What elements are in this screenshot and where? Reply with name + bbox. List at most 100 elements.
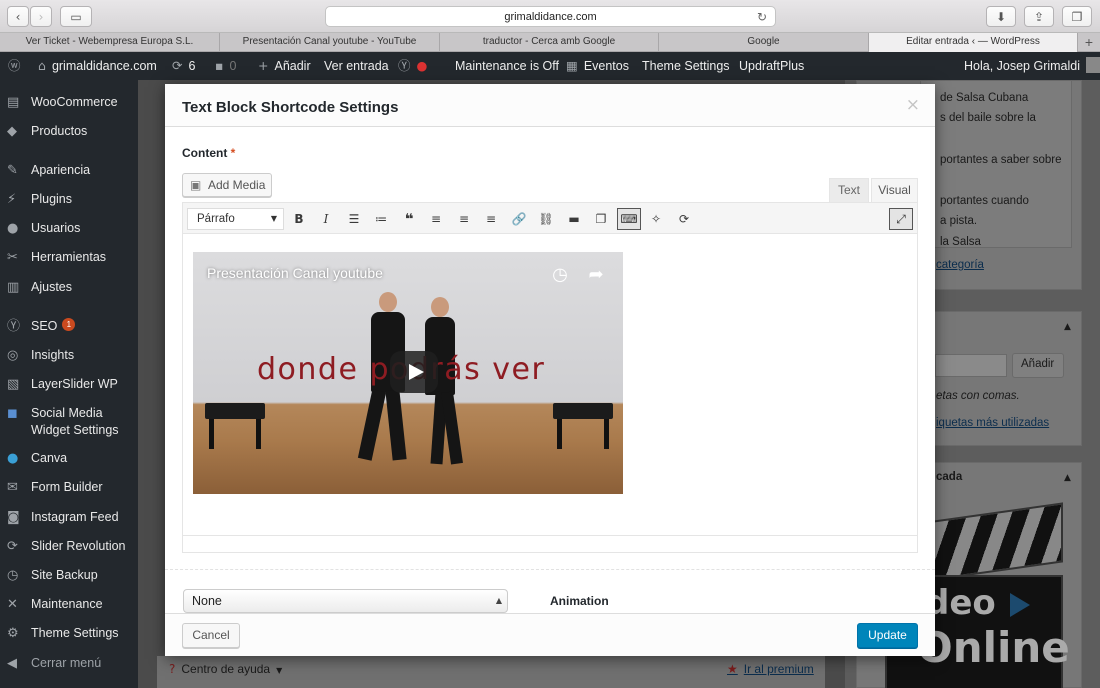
browser-tab[interactable]: Ver Ticket - Webempresa Europa S.L. [0,33,220,52]
add-media-button[interactable]: ▣ Add Media [182,173,272,197]
sidebar-item-layerslider[interactable]: ▧ LayerSlider WP [0,376,138,402]
notification-badge: 1 [62,318,76,331]
yoast-icon[interactable]: Ⓨ ● [398,52,427,80]
updraftplus-link[interactable]: UpdraftPlus [739,52,804,80]
new-content-link[interactable]: + Añadir [258,52,311,80]
account-link[interactable]: Hola, Josep Grimaldi [964,52,1100,80]
play-icon[interactable] [390,351,438,393]
toolbar-toggle-button[interactable]: ⌨ [617,208,641,230]
sidebar-item-label: Usuarios [31,221,81,235]
numbered-list-button[interactable]: ≔ [369,208,393,230]
browser-tabs: Ver Ticket - Webempresa Europa S.L. Pres… [0,33,1100,52]
keyboard-icon: ⌨ [620,212,638,226]
align-center-icon: ≡ [458,212,470,226]
style-select[interactable]: None▲▼ [183,589,508,627]
browser-tab-active[interactable]: Editar entrada ‹ — WordPress [869,33,1078,52]
theme-settings-link[interactable]: Theme Settings [642,52,730,80]
add-category-link[interactable]: categoría [936,259,984,271]
insert-link-button[interactable]: 🔗 [507,208,531,230]
view-post-link[interactable]: Ver entrada [324,52,389,80]
piano-bench [553,403,613,419]
document-icon: ❐ [595,212,607,226]
avatar [1086,57,1100,73]
sidebar-item-instagram-feed[interactable]: ◙ Instagram Feed [0,509,138,535]
new-tab-button[interactable]: + [1078,33,1100,51]
sidebar-toggle-button[interactable]: ▭ [60,6,92,27]
tag-input[interactable] [935,354,1007,377]
align-center-button[interactable]: ≡ [452,208,476,230]
refresh-button[interactable]: ⟳ [672,208,696,230]
sidebar-item-label: Cerrar menú [31,656,102,670]
watch-later-icon[interactable]: ◷ [549,264,571,286]
sidebar-item-productos[interactable]: ◆ Productos [0,123,138,149]
fullscreen-button[interactable]: ⤢ [889,208,913,230]
sidebar-item-seo[interactable]: Ⓨ SEO 1 [0,318,138,344]
site-name-link[interactable]: ⌂ grimaldidance.com [38,52,157,80]
sidebar-item-maintenance[interactable]: ✕ Maintenance [0,596,138,622]
close-icon[interactable]: × [906,95,920,115]
browser-tab[interactable]: Presentación Canal youtube - YouTube [220,33,440,52]
editor-toolbar: Párrafo ▼ B I ☰ ≔ ❝ ≡ ≡ ≡ 🔗 ⛓ ▬ ❐ ⌨ ✧ ⟳ ⤢ [183,203,917,234]
align-right-button[interactable]: ≡ [479,208,503,230]
sidebar-item-canva[interactable]: ● Canva [0,450,138,476]
read-more-button[interactable]: ▬ [562,208,586,230]
events-link[interactable]: ▦ Eventos [566,52,629,80]
maintenance-status-link[interactable]: Maintenance is Off [455,52,559,80]
format-select[interactable]: Párrafo ▼ [187,208,284,230]
sidebar-collapse-menu[interactable]: ◀ Cerrar menú [0,655,138,681]
sidebar-item-insights[interactable]: ◎ Insights [0,347,138,373]
sidebar-item-ajustes[interactable]: ▥ Ajustes [0,279,138,305]
collapse-arrow-icon[interactable]: ▲ [1064,473,1071,483]
share-button[interactable]: ⇪ [1024,6,1054,27]
back-button[interactable]: ‹ [7,6,29,27]
reload-icon[interactable]: ↻ [757,7,767,27]
sidebar-item-label: Theme Settings [31,626,119,640]
sidebar-item-slider-revolution[interactable]: ⟳ Slider Revolution [0,538,138,564]
sidebar-item-site-backup[interactable]: ◷ Site Backup [0,567,138,593]
tab-text[interactable]: Text [829,178,869,202]
blockquote-button[interactable]: ❝ [397,208,421,230]
category-item: portantes a saber sobre [940,154,1062,166]
update-button[interactable]: Update [857,623,918,648]
magic-wand-button[interactable]: ✧ [644,208,668,230]
help-center-link[interactable]: ? Centro de ayuda ▼ [169,662,282,676]
downloads-button[interactable]: ⬇ [986,6,1016,27]
embedded-video[interactable]: donde podrás ver Presentación Canal yout… [193,252,623,494]
italic-button[interactable]: I [314,208,338,230]
premium-link[interactable]: ★ Ir al premium [727,662,814,676]
bench-leg [604,419,609,449]
shortcode-button[interactable]: ❐ [589,208,613,230]
forward-button[interactable]: › [30,6,52,27]
sidebar-item-herramientas[interactable]: ✂ Herramientas [0,249,138,275]
sidebar-item-usuarios[interactable]: ● Usuarios [0,220,138,246]
address-bar[interactable]: grimaldidance.com ↻ [325,6,776,27]
share-icon[interactable]: ➦ [585,264,607,286]
sidebar-item-apariencia[interactable]: ✎ Apariencia [0,162,138,188]
collapse-arrow-icon[interactable]: ▲ [1064,322,1071,332]
sidebar-item-social-media-widget[interactable]: ◼ Social Media Widget Settings [0,405,138,441]
sidebar-item-label: Social Media Widget Settings [31,406,119,437]
bold-button[interactable]: B [287,208,311,230]
updates-link[interactable]: ⟳ 6 [172,52,195,80]
wand-icon: ✧ [650,212,662,226]
sidebar-item-label: Site Backup [31,568,98,582]
tabs-overview-button[interactable]: ❐ [1062,6,1092,27]
browser-tab[interactable]: traductor - Cerca amb Google [440,33,659,52]
sidebar-item-label: Herramientas [31,250,107,264]
sidebar-item-form-builder[interactable]: ✉ Form Builder [0,479,138,505]
bullet-list-button[interactable]: ☰ [342,208,366,230]
browser-tab[interactable]: Google [659,33,869,52]
sidebar-item-label: Productos [31,124,88,138]
tab-visual[interactable]: Visual [871,178,918,202]
most-used-tags-link[interactable]: iquetas más utilizadas [936,417,1049,429]
comments-link[interactable]: ▪ 0 [215,52,236,80]
cancel-button[interactable]: Cancel [182,623,240,648]
unlink-button[interactable]: ⛓ [534,208,558,230]
wp-logo-icon[interactable]: ⓦ [8,52,27,80]
logo-text: deo [925,583,996,623]
video-title[interactable]: Presentación Canal youtube [207,265,383,281]
align-left-button[interactable]: ≡ [424,208,448,230]
sidebar-item-woocommerce[interactable]: ▤ WooCommerce [0,94,138,120]
sidebar-item-plugins[interactable]: ⚡ Plugins [0,191,138,217]
sidebar-item-theme-settings[interactable]: ⚙ Theme Settings [0,625,138,651]
